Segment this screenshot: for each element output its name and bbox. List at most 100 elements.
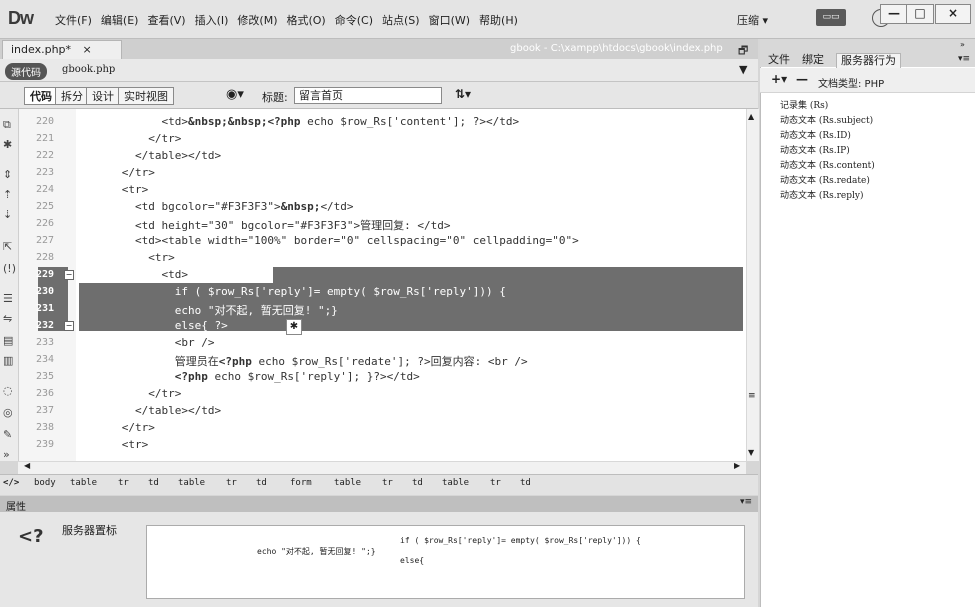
menu-commands[interactable]: 命令(C) [335, 12, 382, 28]
document-tab[interactable]: index.php* × [2, 40, 122, 59]
workspace-icon[interactable]: ▭▭ [816, 9, 846, 26]
split-view-button[interactable]: 拆分 [55, 87, 89, 105]
scroll-down-icon[interactable]: ▼ [748, 448, 754, 457]
tag-td[interactable]: td [412, 478, 423, 488]
compress-dropdown[interactable]: 压缩 ▾ [737, 12, 768, 28]
globe-icon[interactable]: ◉▾ [226, 87, 244, 102]
title-input[interactable]: 留言首页 [294, 87, 442, 104]
code-view-button[interactable]: 代码 [24, 87, 58, 105]
menu-help[interactable]: 帮助(H) [479, 12, 527, 28]
maximize-button[interactable]: □ [906, 4, 934, 24]
fold-marker-icon[interactable]: − [64, 321, 74, 331]
line-number: 227 [36, 235, 55, 246]
format-source-icon[interactable]: ✎ [3, 428, 12, 441]
tab-close-icon[interactable]: × [83, 43, 92, 56]
menu-site[interactable]: 站点(S) [382, 12, 429, 28]
tag-tr[interactable]: tr [226, 478, 237, 488]
line-numbers-icon[interactable]: ⇱ [3, 240, 12, 253]
more-tools-icon[interactable]: » [3, 448, 10, 461]
list-item[interactable]: 动态文本 (Rs.IP) [780, 143, 850, 156]
code-line: <td><?php [82, 268, 222, 281]
tab-server-behaviors[interactable]: 服务器行为 [836, 53, 901, 68]
properties-title: 属性 [6, 502, 26, 513]
code-line: <tr> [82, 183, 149, 196]
tag-table[interactable]: table [442, 478, 469, 488]
tag-table[interactable]: table [178, 478, 205, 488]
line-number: 230 [36, 286, 55, 297]
list-item[interactable]: 动态文本 (Rs.redate) [780, 173, 870, 186]
list-item[interactable]: 动态文本 (Rs.content) [780, 158, 875, 171]
line-number: 221 [36, 133, 55, 144]
file-management-icon[interactable]: ⇅▾ [455, 87, 471, 101]
balance-braces-icon[interactable]: ⇣ [3, 208, 12, 221]
code-line: 管理员在<?php echo $row_Rs['redate']; ?>回复内容… [82, 355, 528, 368]
server-markup-label: 服务器置标 [62, 524, 117, 537]
filter-icon[interactable]: ▼ [739, 63, 747, 76]
menu-edit[interactable]: 编辑(E) [101, 12, 148, 28]
list-item[interactable]: 记录集 (Rs) [780, 98, 828, 111]
line-number: 236 [36, 388, 55, 399]
properties-header [0, 496, 758, 512]
document-tab-label: index.php* [11, 43, 72, 56]
tag-form[interactable]: form [290, 478, 312, 488]
tag-table[interactable]: table [70, 478, 97, 488]
open-documents-icon[interactable]: ⧉ [3, 118, 11, 132]
remove-comment-icon[interactable]: ⇋ [3, 312, 12, 325]
selection-highlight-1 [273, 267, 743, 283]
tag-tr[interactable]: tr [490, 478, 501, 488]
tag-tr[interactable]: tr [382, 478, 393, 488]
collapse-tag-icon[interactable]: ✱ [3, 138, 12, 151]
vertical-scrollbar[interactable] [746, 109, 759, 461]
scroll-grip-icon[interactable]: ≡ [748, 391, 756, 401]
menu-window[interactable]: 窗口(W) [429, 12, 479, 28]
app-logo: Dw [8, 8, 34, 28]
markup-line: else{ [400, 556, 425, 565]
menu-format[interactable]: 格式(O) [286, 12, 334, 28]
markup-line: echo "对不起, 暂无回复! ";} [257, 547, 376, 556]
expand-all-icon[interactable]: ⇕ [3, 168, 12, 181]
recent-snippets-icon[interactable]: ▥ [3, 354, 13, 367]
related-file-link[interactable]: gbook.php [62, 64, 115, 75]
code-line: </tr> [82, 132, 182, 145]
close-button[interactable]: × [935, 4, 971, 24]
select-parent-tag-icon[interactable]: ⇡ [3, 188, 12, 201]
remove-behavior-icon[interactable]: — [796, 72, 808, 86]
tag-td[interactable]: td [520, 478, 531, 488]
collapse-panel-icon[interactable]: » [960, 40, 965, 49]
live-view-button[interactable]: 实时视图 [118, 87, 174, 105]
move-css-icon[interactable]: ◌ [3, 384, 13, 397]
insertion-marker-icon[interactable]: ✱ [286, 319, 302, 335]
source-code-pill[interactable]: 源代码 [5, 63, 47, 80]
panel-options-icon[interactable]: ▾≡ [958, 54, 970, 64]
menu-modify[interactable]: 修改(M) [237, 12, 286, 28]
list-item[interactable]: 动态文本 (Rs.ID) [780, 128, 851, 141]
list-item[interactable]: 动态文本 (Rs.reply) [780, 188, 864, 201]
apply-comment-icon[interactable]: ☰ [3, 292, 13, 305]
tag-body[interactable]: body [34, 478, 56, 488]
fold-marker-icon[interactable]: − [64, 270, 74, 280]
menu-insert[interactable]: 插入(I) [195, 12, 238, 28]
list-item[interactable]: 动态文本 (Rs.subject) [780, 113, 873, 126]
horizontal-scrollbar[interactable] [18, 461, 746, 474]
menu-view[interactable]: 查看(V) [147, 12, 194, 28]
add-behavior-icon[interactable]: +▾ [771, 72, 787, 86]
code-line: <td>&nbsp;&nbsp;<?php echo $row_Rs['cont… [82, 115, 520, 128]
scroll-right-icon[interactable]: ▶ [734, 461, 740, 470]
document-path: gbook - C:\xampp\htdocs\gbook\index.php [510, 43, 723, 54]
line-number: 228 [36, 252, 55, 263]
panel-menu-icon[interactable]: ▾≡ [740, 497, 752, 507]
tag-tr[interactable]: tr [118, 478, 129, 488]
tag-td[interactable]: td [148, 478, 159, 488]
menu-file[interactable]: 文件(F) [55, 12, 101, 28]
scroll-left-icon[interactable]: ◀ [24, 461, 30, 470]
scroll-up-icon[interactable]: ▲ [748, 112, 754, 121]
wrap-tag-icon[interactable]: ▤ [3, 334, 13, 347]
indent-icon[interactable]: ◎ [3, 406, 13, 419]
tag-td[interactable]: td [256, 478, 267, 488]
design-view-button[interactable]: 设计 [86, 87, 120, 105]
tag-table[interactable]: table [334, 478, 361, 488]
tab-bindings[interactable]: 绑定 [798, 53, 828, 67]
highlight-invalid-icon[interactable]: (!) [3, 262, 16, 275]
minimize-button[interactable]: — [880, 4, 908, 24]
tab-files[interactable]: 文件 [764, 53, 794, 67]
